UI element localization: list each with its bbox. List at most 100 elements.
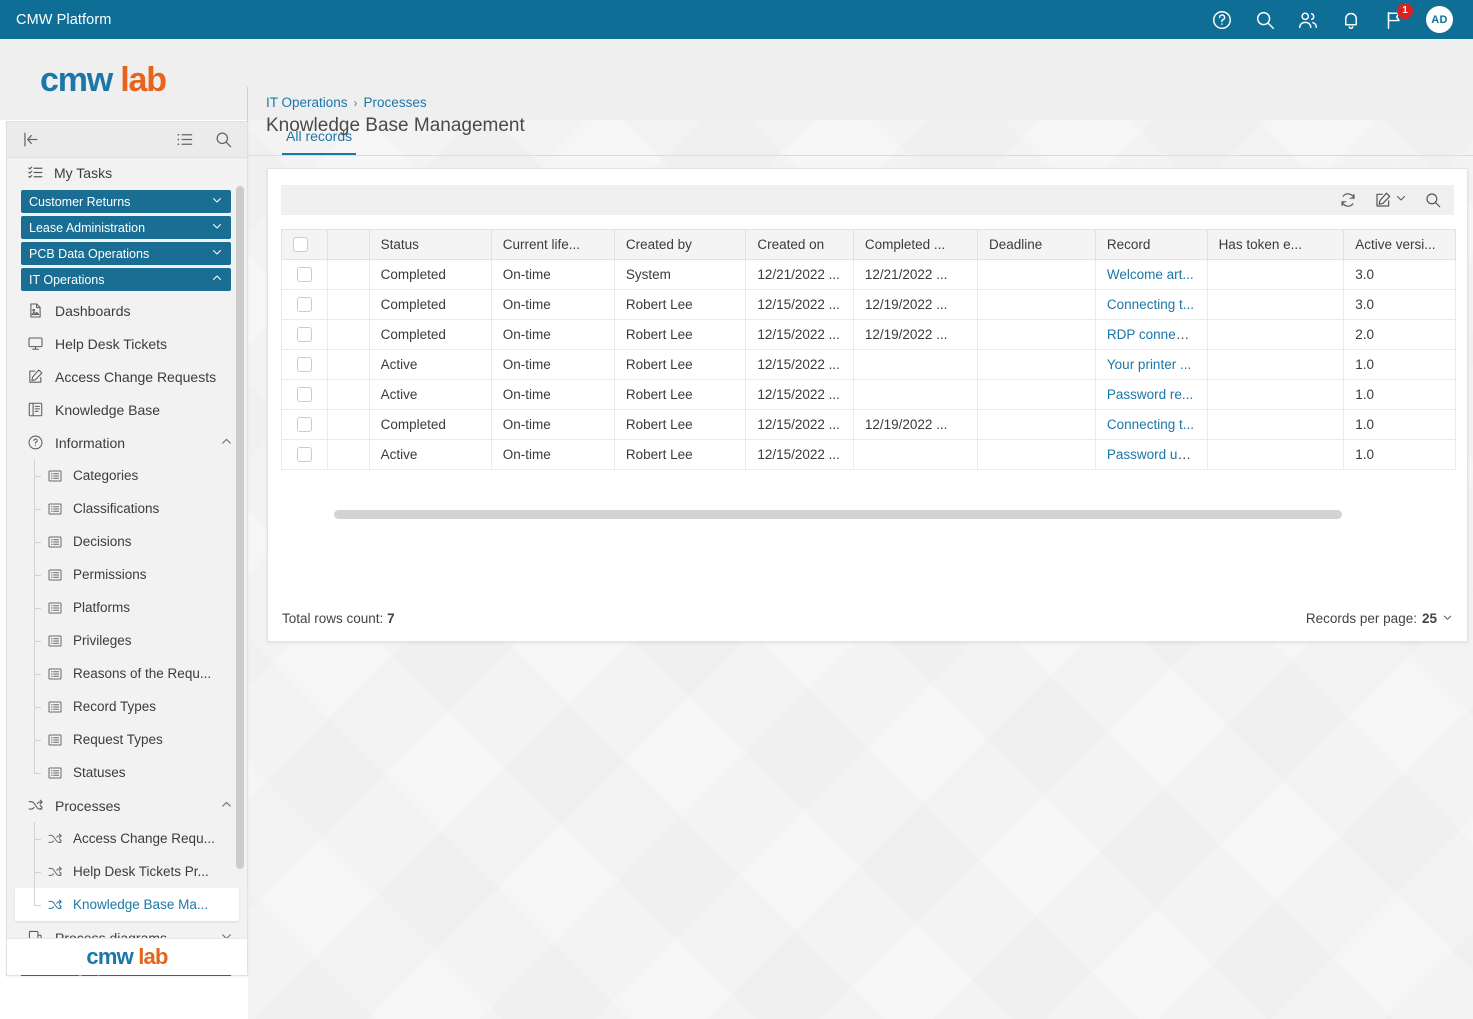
row-checkbox[interactable] [296, 327, 312, 343]
sidebar-subitem-access-change-requests-process[interactable]: Access Change Requ... [7, 822, 247, 855]
sidebar-subitem-privileges[interactable]: Privileges [7, 624, 247, 657]
records-per-page-selector[interactable]: Records per page: 25 [1306, 611, 1453, 626]
sidebar-item-dashboards[interactable]: Dashboards [7, 294, 247, 327]
chevron-down-icon[interactable] [1395, 191, 1407, 209]
search-icon[interactable] [214, 130, 233, 149]
cell-record[interactable]: Connecting t... [1094, 409, 1208, 440]
table-header-deadline[interactable]: Deadline [977, 229, 1096, 260]
table-row[interactable]: Completed On-time Robert Lee 12/15/2022 … [281, 289, 1456, 320]
sidebar-subitem-help-desk-tickets-process[interactable]: Help Desk Tickets Pr... [7, 855, 247, 888]
select-all-header[interactable] [281, 229, 328, 260]
sidebar-item-access-change-requests[interactable]: Access Change Requests [7, 360, 247, 393]
table-header-current-lifecycle[interactable]: Current life... [490, 229, 615, 260]
flag-icon[interactable]: 1 [1383, 2, 1413, 31]
sidebar-scrollbar[interactable] [236, 186, 244, 869]
table-horizontal-scrollbar[interactable] [334, 510, 1342, 519]
sidebar-category-customer-returns[interactable]: Customer Returns [21, 190, 231, 213]
cell-deadline [977, 379, 1096, 410]
sidebar-subitem-decisions[interactable]: Decisions [7, 525, 247, 558]
cell-record[interactable]: Your printer ... [1094, 349, 1208, 380]
chevron-down-icon[interactable] [1442, 611, 1453, 626]
sidebar-item-label: Access Change Requests [55, 368, 217, 385]
table-row[interactable]: Active On-time Robert Lee 12/15/2022 ...… [281, 349, 1456, 380]
cell-deadline [977, 319, 1096, 350]
record-link[interactable]: Password un... [1107, 447, 1196, 462]
sidebar-subitem-request-types[interactable]: Request Types [7, 723, 247, 756]
select-all-checkbox[interactable] [293, 237, 308, 253]
sidebar-item-knowledge-base[interactable]: Knowledge Base [7, 393, 247, 426]
row-checkbox[interactable] [296, 417, 312, 433]
cell-record[interactable]: Password un... [1094, 439, 1208, 470]
table-header-created-by[interactable]: Created by [613, 229, 747, 260]
sidebar-item-help-desk-tickets[interactable]: Help Desk Tickets [7, 327, 247, 360]
record-link[interactable]: Connecting t... [1107, 417, 1194, 432]
row-select-cell[interactable] [281, 439, 328, 470]
refresh-icon[interactable] [1339, 191, 1357, 209]
record-link[interactable]: Welcome art... [1107, 267, 1194, 282]
row-checkbox[interactable] [296, 387, 312, 403]
row-checkbox[interactable] [296, 297, 312, 313]
row-checkbox[interactable] [296, 267, 312, 283]
sidebar-category-lease-administration[interactable]: Lease Administration [21, 216, 231, 239]
edit-menu-button[interactable] [1374, 191, 1407, 209]
help-icon[interactable] [1211, 9, 1233, 31]
cell-created-by: Robert Lee [613, 289, 747, 320]
table-row[interactable]: Completed On-time Robert Lee 12/15/2022 … [281, 319, 1456, 350]
tree-tick [34, 541, 41, 543]
sidebar-subitem-categories[interactable]: Categories [7, 459, 247, 492]
sidebar-subitem-permissions[interactable]: Permissions [7, 558, 247, 591]
cell-record[interactable]: RDP connect... [1094, 319, 1208, 350]
table-header-active-version[interactable]: Active versi... [1343, 229, 1456, 260]
edit-square-icon[interactable] [1374, 191, 1392, 209]
row-select-cell[interactable] [281, 349, 328, 380]
sidebar-subitem-classifications[interactable]: Classifications [7, 492, 247, 525]
sidebar-item-my-tasks[interactable]: My Tasks [7, 158, 247, 187]
record-link[interactable]: Connecting t... [1107, 297, 1194, 312]
table-header-completed[interactable]: Completed ... [852, 229, 979, 260]
row-checkbox[interactable] [296, 357, 312, 373]
breadcrumb-item-processes[interactable]: Processes [364, 95, 427, 110]
cell-created-on: 12/21/2022 ... [745, 259, 854, 290]
table-header-created-on[interactable]: Created on [745, 229, 854, 260]
breadcrumb-item-it-operations[interactable]: IT Operations [266, 95, 348, 110]
sidebar-category-it-operations[interactable]: IT Operations [21, 268, 231, 291]
tasks-list-icon [27, 164, 44, 181]
list-rows-icon [47, 699, 63, 715]
users-icon[interactable] [1297, 9, 1319, 31]
sidebar-subitem-platforms[interactable]: Platforms [7, 591, 247, 624]
search-icon[interactable] [1424, 191, 1442, 209]
table-row[interactable]: Active On-time Robert Lee 12/15/2022 ...… [281, 379, 1456, 410]
row-checkbox[interactable] [296, 447, 312, 463]
cell-record[interactable]: Connecting t... [1094, 289, 1208, 320]
row-select-cell[interactable] [281, 289, 328, 320]
table-row[interactable]: Active On-time Robert Lee 12/15/2022 ...… [281, 439, 1456, 470]
record-link[interactable]: Password re... [1107, 387, 1193, 402]
sidebar-subitem-label: Categories [73, 468, 139, 483]
table-header-has-token[interactable]: Has token e... [1206, 229, 1345, 260]
table-header-record[interactable]: Record [1094, 229, 1208, 260]
record-link[interactable]: RDP connect... [1107, 327, 1198, 342]
sidebar-subitem-knowledge-base-management[interactable]: Knowledge Base Ma... [15, 888, 239, 921]
cell-record[interactable]: Welcome art... [1094, 259, 1208, 290]
table-row[interactable]: Completed On-time System 12/21/2022 ... … [281, 259, 1456, 290]
sidebar-group-processes[interactable]: Processes [7, 789, 247, 822]
row-select-cell[interactable] [281, 409, 328, 440]
sidebar-subitem-reasons-of-the-request[interactable]: Reasons of the Requ... [7, 657, 247, 690]
table-row[interactable]: Completed On-time Robert Lee 12/15/2022 … [281, 409, 1456, 440]
row-select-cell[interactable] [281, 379, 328, 410]
row-select-cell[interactable] [281, 319, 328, 350]
sidebar-subitem-record-types[interactable]: Record Types [7, 690, 247, 723]
cell-record[interactable]: Password re... [1094, 379, 1208, 410]
list-view-icon[interactable] [175, 130, 194, 149]
sidebar-group-information[interactable]: Information [7, 426, 247, 459]
row-select-cell[interactable] [281, 259, 328, 290]
cell-completed: 12/19/2022 ... [852, 409, 979, 440]
sidebar-category-pcb-data-operations[interactable]: PCB Data Operations [21, 242, 231, 265]
collapse-panel-icon[interactable] [21, 130, 40, 149]
record-link[interactable]: Your printer ... [1107, 357, 1191, 372]
avatar[interactable]: AD [1426, 6, 1453, 33]
search-icon[interactable] [1254, 9, 1276, 31]
sidebar-subitem-statuses[interactable]: Statuses [7, 756, 247, 789]
table-header-status[interactable]: Status [368, 229, 492, 260]
bell-icon[interactable] [1340, 9, 1362, 31]
